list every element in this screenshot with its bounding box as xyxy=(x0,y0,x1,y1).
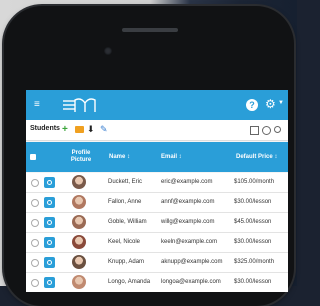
row-select-radio[interactable] xyxy=(31,179,39,187)
column-header-price[interactable]: Default Price ↕ xyxy=(236,154,277,160)
cell-name: Goble, William xyxy=(108,219,147,225)
email-icon[interactable] xyxy=(75,126,84,133)
chevron-down-icon[interactable]: ▼ xyxy=(278,100,284,106)
cell-price: $325.00/month xyxy=(234,259,275,265)
avatar xyxy=(72,175,86,189)
table-row[interactable]: Fallon, Anne annf@example.com $30.00/lesso… xyxy=(26,193,288,213)
zoom-icon[interactable] xyxy=(44,197,55,208)
help-icon[interactable]: ? xyxy=(246,99,258,111)
row-select-radio[interactable] xyxy=(31,239,39,247)
column-header-name[interactable]: Name ↕ xyxy=(109,154,130,160)
table-row[interactable]: Longo, Amanda longoa@example.com $30.00/le… xyxy=(26,273,288,292)
cell-email: annf@example.com xyxy=(161,199,215,205)
camera-icon xyxy=(104,47,112,55)
cell-price: $30.00/lesson xyxy=(234,239,272,245)
avatar xyxy=(72,275,86,289)
avatar xyxy=(72,195,86,209)
cell-email: willg@example.com xyxy=(161,219,215,225)
table-row[interactable]: Keel, Nicole keeln@example.com $30.00/less… xyxy=(26,233,288,253)
cell-email: aknupp@example.com xyxy=(161,259,223,265)
search-icon[interactable] xyxy=(274,126,281,133)
row-select-radio[interactable] xyxy=(31,199,39,207)
zoom-icon[interactable] xyxy=(44,217,55,228)
app-header: ≡ ? ⚙ ▼ xyxy=(26,90,288,120)
table-row[interactable]: Duckett, Eric eric@example.com $105.00/mon… xyxy=(26,173,288,193)
avatar xyxy=(72,235,86,249)
cell-name: Longo, Amanda xyxy=(108,279,151,285)
cell-email: longoa@example.com xyxy=(161,279,221,285)
cell-name: Fallon, Anne xyxy=(108,199,142,205)
column-header-email[interactable]: Email ↕ xyxy=(161,154,182,160)
speaker-grille xyxy=(122,28,178,32)
toolbar: Students + ⬇ ✎ xyxy=(26,120,288,141)
download-icon[interactable]: ⬇ xyxy=(87,124,95,135)
cell-name: Knupp, Adam xyxy=(108,259,145,265)
row-select-radio[interactable] xyxy=(31,219,39,227)
row-select-radio[interactable] xyxy=(31,259,39,267)
zoom-icon[interactable] xyxy=(44,177,55,188)
columns-icon[interactable] xyxy=(250,126,259,135)
table-header: Profile Picture Name ↕ Email ↕ Default P… xyxy=(26,142,288,172)
table-row[interactable]: Knupp, Adam aknupp@example.com $325.00/mon… xyxy=(26,253,288,273)
wrench-icon[interactable]: ✎ xyxy=(100,124,108,135)
cell-name: Duckett, Eric xyxy=(108,179,143,185)
hamburger-icon[interactable]: ≡ xyxy=(34,99,40,111)
plus-icon[interactable]: + xyxy=(62,124,68,135)
zoom-icon[interactable] xyxy=(44,257,55,268)
zoom-icon[interactable] xyxy=(44,277,55,288)
table-row[interactable]: Goble, William willg@example.com $45.00/le… xyxy=(26,213,288,233)
select-all-checkbox[interactable] xyxy=(30,154,36,160)
phone-screen: ≡ ? ⚙ ▼ Students + ⬇ ✎ Profile Picture N… xyxy=(26,90,288,292)
toolbar-title: Students xyxy=(30,125,60,132)
cell-price: $45.00/lesson xyxy=(234,219,272,225)
cell-price: $30.00/lesson xyxy=(234,199,272,205)
cell-price: $30.00/lesson xyxy=(234,279,272,285)
column-header-picture: Profile Picture xyxy=(70,150,92,163)
avatar xyxy=(72,215,86,229)
cell-email: keeln@example.com xyxy=(161,239,218,245)
phone-frame: ≡ ? ⚙ ▼ Students + ⬇ ✎ Profile Picture N… xyxy=(4,6,294,306)
zoom-icon[interactable] xyxy=(44,237,55,248)
avatar xyxy=(72,255,86,269)
gear-icon[interactable]: ⚙ xyxy=(265,97,276,111)
cell-price: $105.00/month xyxy=(234,179,275,185)
cell-name: Keel, Nicole xyxy=(108,239,141,245)
ban-icon[interactable] xyxy=(262,126,271,135)
cell-email: eric@example.com xyxy=(161,179,213,185)
logo-icon xyxy=(63,98,96,112)
